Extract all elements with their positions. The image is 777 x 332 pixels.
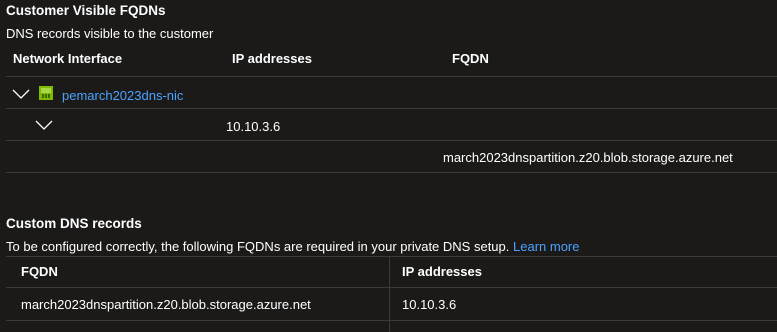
fqdn-section-description: DNS records visible to the customer	[6, 26, 214, 41]
column-header-ip-addresses[interactable]: IP addresses	[402, 264, 482, 279]
chevron-down-icon[interactable]	[12, 88, 30, 100]
nic-link[interactable]: pemarch2023dns-nic	[62, 88, 183, 103]
row-divider	[6, 140, 777, 141]
fqdn-value: march2023dnspartition.z20.blob.storage.a…	[443, 150, 733, 165]
column-header-network-interface[interactable]: Network Interface	[13, 51, 122, 66]
dns-section-title: Custom DNS records	[6, 216, 142, 231]
learn-more-link[interactable]: Learn more	[513, 239, 579, 254]
chevron-down-icon[interactable]	[35, 119, 53, 131]
column-header-ip-addresses[interactable]: IP addresses	[232, 51, 312, 66]
column-header-fqdn[interactable]: FQDN	[21, 264, 58, 279]
fqdn-section-title: Customer Visible FQDNs	[6, 3, 166, 18]
dns-fqdn-cell: march2023dnspartition.z20.blob.storage.a…	[21, 297, 311, 312]
header-divider	[6, 76, 777, 77]
row-divider	[6, 108, 777, 109]
header-divider	[6, 287, 777, 288]
row-divider	[6, 320, 777, 321]
table-top-border	[6, 256, 777, 257]
dns-description-text: To be configured correctly, the followin…	[6, 239, 510, 254]
dns-section-description: To be configured correctly, the followin…	[6, 239, 580, 254]
row-divider	[6, 172, 777, 173]
dns-ip-cell: 10.10.3.6	[402, 297, 457, 312]
column-header-fqdn[interactable]: FQDN	[452, 51, 489, 66]
network-interface-icon	[39, 86, 53, 100]
ip-address-value: 10.10.3.6	[226, 119, 281, 134]
